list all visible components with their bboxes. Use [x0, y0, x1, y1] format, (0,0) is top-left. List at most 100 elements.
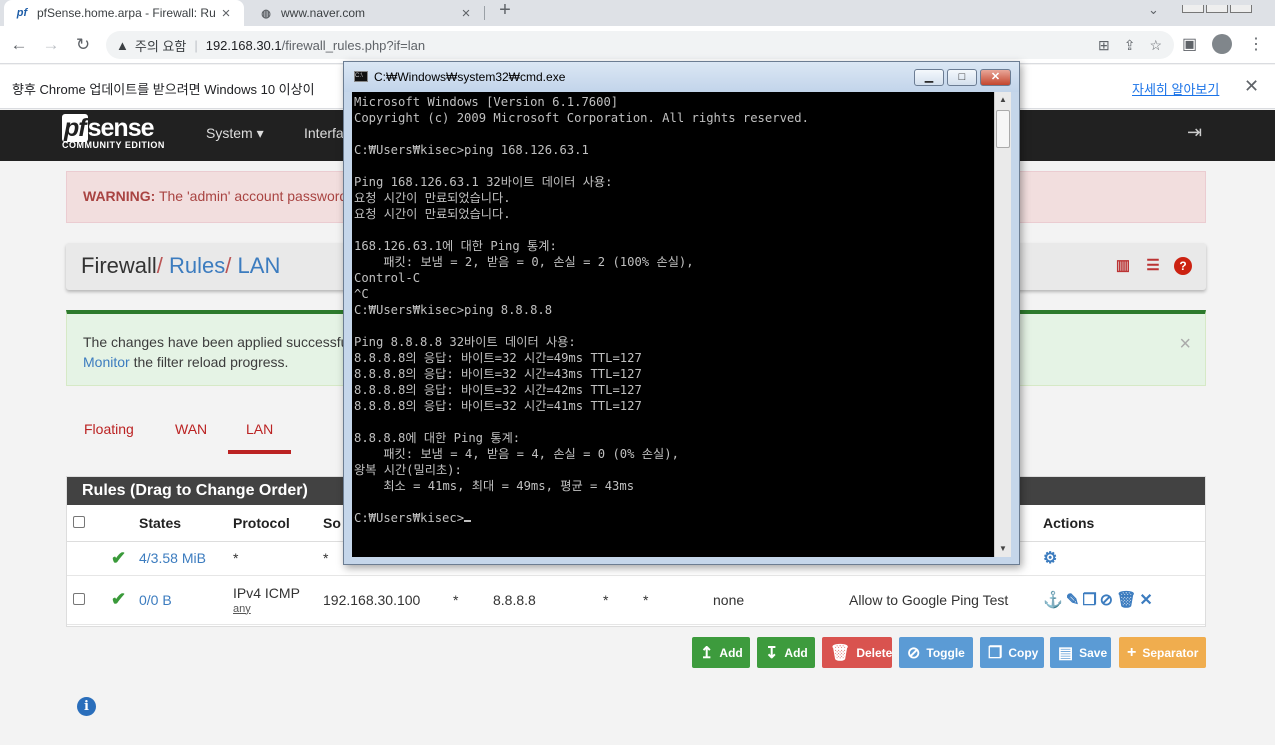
console-line: Ping 168.126.63.1 32바이트 데이터 사용:	[354, 175, 613, 189]
console-line: Microsoft Windows [Version 6.1.7600]	[354, 95, 619, 109]
console-line: C:₩Users₩kisec>ping 168.126.63.1	[354, 143, 589, 157]
copy-icon: ❐	[988, 644, 1003, 662]
alert-close-icon[interactable]: ×	[1179, 334, 1191, 354]
arrow-down-icon: ↧	[765, 644, 779, 662]
console-line: 최소 = 41ms, 최대 = 49ms, 평균 = 43ms	[354, 479, 635, 493]
tab-close-icon[interactable]: ×	[218, 5, 234, 22]
pfsense-logo[interactable]: pfsense COMMUNITY EDITION	[62, 114, 165, 150]
console-line: 요청 시간이 만료되었습니다.	[354, 207, 511, 221]
security-warning-label[interactable]: 주의 요함	[135, 36, 186, 55]
table-row[interactable]: ✔ 0/0 B IPv4 ICMP any 192.168.30.100 * 8.…	[67, 575, 1205, 625]
logout-icon[interactable]: ⇥	[1187, 122, 1202, 143]
cmd-window[interactable]: C:\ C:₩Windows₩system32₩cmd.exe ▁ □ ✕ Mi…	[343, 61, 1020, 565]
delete-button[interactable]: 🗑 Delete	[822, 637, 892, 668]
states-link[interactable]: 0/0 B	[139, 592, 172, 608]
pfsense-favicon-icon: pf	[16, 7, 28, 19]
infobar-message: 향후 Chrome 업데이트를 받으려면 Windows 10 이상이	[12, 82, 315, 97]
console-line: 8.8.8.8의 응답: 바이트=32 시간=43ms TTL=127	[354, 367, 642, 381]
window-controls[interactable]	[1180, 0, 1252, 13]
translate-icon[interactable]: ⊞	[1098, 37, 1110, 54]
breadcrumb-lan-link[interactable]: LAN	[238, 253, 281, 278]
console-scrollbar[interactable]: ▲ ▼	[994, 92, 1011, 557]
url-path: /firewall_rules.php?if=lan	[281, 37, 426, 53]
console-line: ^C	[354, 287, 369, 301]
tab-title: pfSense.home.arpa - Firewall: Ru	[37, 6, 216, 20]
floppy-icon: ▤	[1058, 644, 1074, 662]
scroll-up-icon[interactable]: ▲	[995, 92, 1011, 108]
disable-icon[interactable]: ⊘	[1100, 592, 1113, 609]
tab-pfsense[interactable]: pf pfSense.home.arpa - Firewall: Ru ×	[4, 0, 244, 26]
share-icon[interactable]: ⇪	[1124, 37, 1136, 54]
tab-divider	[484, 6, 485, 20]
console-line: C:₩Users₩kisec>	[354, 510, 992, 526]
address-bar[interactable]: ▲ 주의 요함 | 192.168.30.1/firewall_rules.ph…	[106, 31, 1174, 59]
delete-x-icon[interactable]: ✕	[1139, 592, 1152, 609]
infobar-close-icon[interactable]: ✕	[1244, 76, 1259, 97]
toggle-button[interactable]: ⊘ Toggle	[899, 637, 973, 668]
trash-icon[interactable]: 🗑	[1116, 592, 1136, 609]
check-icon: ✔	[111, 547, 127, 568]
console-line: 168.126.63.1에 대한 Ping 통계:	[354, 239, 557, 253]
console-line: C:₩Users₩kisec>ping 8.8.8.8	[354, 303, 553, 317]
console-output[interactable]: Microsoft Windows [Version 6.1.7600] Copy…	[352, 92, 1011, 557]
scroll-thumb[interactable]	[996, 110, 1010, 148]
help-icon[interactable]: ?	[1174, 257, 1192, 275]
console-line: 8.8.8.8의 응답: 바이트=32 시간=41ms TTL=127	[354, 399, 642, 413]
tab-floating[interactable]: Floating	[66, 412, 152, 454]
list-log-icon[interactable]: ☰	[1144, 257, 1162, 275]
nav-interfaces-menu[interactable]: Interfa	[304, 125, 344, 141]
add-bottom-button[interactable]: ↧ Add	[757, 637, 815, 668]
cmd-titlebar[interactable]: C:\ C:₩Windows₩system32₩cmd.exe ▁ □ ✕	[344, 62, 1019, 92]
tab-lan[interactable]: LAN	[228, 412, 292, 454]
row-checkbox[interactable]	[73, 592, 85, 605]
breadcrumb-rules-link[interactable]: Rules	[169, 253, 225, 278]
console-icon: C:\	[354, 71, 368, 82]
tab-close-icon[interactable]: ×	[458, 5, 474, 22]
bookmark-star-icon[interactable]: ☆	[1149, 37, 1162, 54]
scroll-down-icon[interactable]: ▼	[995, 541, 1011, 557]
info-icon[interactable]: i	[77, 697, 96, 716]
anchor-icon[interactable]: ⚓	[1043, 592, 1063, 609]
copy-icon[interactable]: ❐	[1082, 592, 1096, 609]
add-top-button[interactable]: ↥ Add	[692, 637, 750, 668]
url-host: 192.168.30.1	[205, 37, 282, 53]
menu-kebab-icon[interactable]: ⋮	[1248, 34, 1264, 54]
minimize-button[interactable]: ▁	[914, 69, 944, 86]
states-link[interactable]: 4/3.58 MiB	[139, 550, 206, 566]
save-button[interactable]: ▤ Save	[1050, 637, 1111, 668]
reload-icon[interactable]: ↻	[72, 34, 94, 56]
sidepanel-icon[interactable]: ▣	[1182, 34, 1197, 54]
copy-button[interactable]: ❐ Copy	[980, 637, 1044, 668]
infobar-learn-more-link[interactable]: 자세히 알아보기	[1132, 79, 1219, 98]
edit-pencil-icon[interactable]: ✎	[1066, 592, 1079, 609]
monitor-link[interactable]: Monitor	[83, 354, 130, 370]
profile-avatar[interactable]	[1212, 34, 1232, 54]
tab-search-icon[interactable]: ⌄	[1148, 2, 1159, 18]
protocol-sub-any[interactable]: any	[233, 603, 311, 615]
console-line: 8.8.8.8의 응답: 바이트=32 시간=42ms TTL=127	[354, 383, 642, 397]
warning-triangle-icon[interactable]: ▲	[116, 38, 129, 53]
nav-system-menu[interactable]: System ▾	[206, 125, 264, 142]
back-icon[interactable]: ←	[8, 34, 30, 56]
tab-wan[interactable]: WAN	[157, 412, 225, 454]
close-button[interactable]: ✕	[980, 69, 1011, 86]
arrow-up-icon: ↥	[700, 644, 714, 662]
tab-naver[interactable]: ◍ www.naver.com ×	[250, 0, 482, 26]
maximize-button[interactable]: □	[947, 69, 977, 86]
separator-button[interactable]: + Separator	[1119, 637, 1206, 668]
new-tab-button[interactable]: +	[494, 0, 516, 22]
col-states: States	[133, 505, 227, 542]
plus-icon: +	[1127, 643, 1137, 661]
console-line: 왕복 시간(밀리초):	[354, 463, 462, 477]
forward-icon[interactable]: →	[40, 34, 62, 56]
chart-bar-icon[interactable]: ▥	[1114, 257, 1132, 275]
select-all-checkbox[interactable]	[73, 515, 85, 528]
cmd-title: C:₩Windows₩system32₩cmd.exe	[374, 70, 566, 84]
tab-title: www.naver.com	[281, 6, 366, 20]
gear-icon[interactable]: ⚙	[1043, 550, 1057, 567]
